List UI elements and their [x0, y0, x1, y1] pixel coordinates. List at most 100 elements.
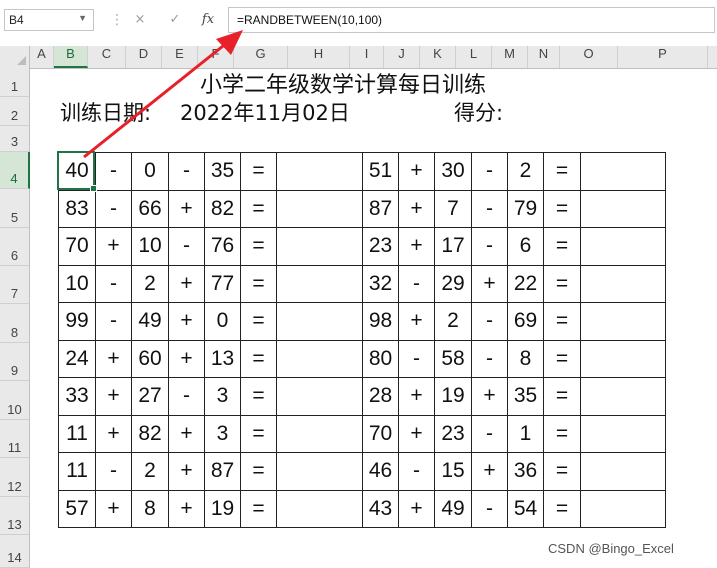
operator-cell[interactable]: +	[398, 227, 435, 266]
equals-cell[interactable]: =	[543, 489, 581, 528]
operator-cell[interactable]: +	[471, 377, 508, 416]
column-header-p[interactable]: P	[618, 46, 708, 68]
equals-cell[interactable]: =	[543, 227, 581, 266]
operator-cell[interactable]: +	[398, 152, 435, 191]
number-cell[interactable]: 66	[131, 189, 169, 228]
equals-cell[interactable]: =	[240, 339, 277, 378]
enter-check-icon[interactable]: ✓	[163, 10, 187, 30]
operator-cell[interactable]: +	[168, 339, 205, 378]
operator-cell[interactable]: +	[398, 377, 435, 416]
operator-cell[interactable]: -	[471, 227, 508, 266]
column-header-f[interactable]: F	[198, 46, 234, 68]
answer-cell[interactable]	[276, 452, 363, 491]
column-header-l[interactable]: L	[456, 46, 492, 68]
column-header-g[interactable]: G	[234, 46, 288, 68]
number-cell[interactable]: 69	[507, 302, 544, 341]
equals-cell[interactable]: =	[240, 377, 277, 416]
answer-cell[interactable]	[580, 339, 666, 378]
number-cell[interactable]: 28	[362, 377, 399, 416]
cancel-icon[interactable]: ×	[128, 10, 152, 30]
number-cell[interactable]: 87	[362, 189, 399, 228]
number-cell[interactable]: 36	[507, 452, 544, 491]
number-cell[interactable]: 1	[507, 414, 544, 453]
equals-cell[interactable]: =	[543, 264, 581, 303]
equals-cell[interactable]: =	[543, 452, 581, 491]
formula-input[interactable]: =RANDBETWEEN(10,100)	[228, 7, 715, 33]
row-header-12[interactable]: 12	[0, 458, 30, 497]
number-cell[interactable]: 0	[204, 302, 241, 341]
answer-cell[interactable]	[580, 414, 666, 453]
number-cell[interactable]: 46	[362, 452, 399, 491]
number-cell[interactable]: 10	[58, 264, 96, 303]
answer-cell[interactable]	[276, 227, 363, 266]
row-header-4[interactable]: 4	[0, 152, 30, 189]
operator-cell[interactable]: -	[471, 189, 508, 228]
operator-cell[interactable]: -	[471, 339, 508, 378]
operator-cell[interactable]: +	[95, 489, 132, 528]
number-cell[interactable]: 87	[204, 452, 241, 491]
number-cell[interactable]: 15	[434, 452, 472, 491]
number-cell[interactable]: 27	[131, 377, 169, 416]
number-cell[interactable]: 24	[58, 339, 96, 378]
row-header-2[interactable]: 2	[0, 97, 30, 126]
answer-cell[interactable]	[580, 264, 666, 303]
number-cell[interactable]: 49	[434, 489, 472, 528]
equals-cell[interactable]: =	[240, 302, 277, 341]
number-cell[interactable]: 51	[362, 152, 399, 191]
number-cell[interactable]: 8	[131, 489, 169, 528]
number-cell[interactable]: 6	[507, 227, 544, 266]
operator-cell[interactable]: +	[471, 264, 508, 303]
number-cell[interactable]: 80	[362, 339, 399, 378]
operator-cell[interactable]: +	[168, 189, 205, 228]
column-header-b[interactable]: B	[54, 46, 88, 68]
number-cell[interactable]: 57	[58, 489, 96, 528]
operator-cell[interactable]: +	[471, 452, 508, 491]
number-cell[interactable]: 19	[434, 377, 472, 416]
operator-cell[interactable]: -	[95, 452, 132, 491]
answer-cell[interactable]	[580, 152, 666, 191]
number-cell[interactable]: 70	[362, 414, 399, 453]
operator-cell[interactable]: +	[398, 414, 435, 453]
equals-cell[interactable]: =	[543, 302, 581, 341]
operator-cell[interactable]: -	[168, 377, 205, 416]
number-cell[interactable]: 58	[434, 339, 472, 378]
number-cell[interactable]: 70	[58, 227, 96, 266]
number-cell[interactable]: 60	[131, 339, 169, 378]
answer-cell[interactable]	[276, 302, 363, 341]
equals-cell[interactable]: =	[543, 152, 581, 191]
operator-cell[interactable]: +	[168, 414, 205, 453]
answer-cell[interactable]	[580, 452, 666, 491]
row-header-13[interactable]: 13	[0, 497, 30, 535]
answer-cell[interactable]	[276, 339, 363, 378]
number-cell[interactable]: 0	[131, 152, 169, 191]
row-header-1[interactable]: 1	[0, 68, 30, 97]
number-cell[interactable]: 29	[434, 264, 472, 303]
operator-cell[interactable]: +	[95, 339, 132, 378]
number-cell[interactable]: 33	[58, 377, 96, 416]
operator-cell[interactable]: -	[398, 264, 435, 303]
select-all-button[interactable]	[0, 46, 30, 68]
operator-cell[interactable]: -	[168, 227, 205, 266]
operator-cell[interactable]: +	[398, 489, 435, 528]
operator-cell[interactable]: +	[168, 452, 205, 491]
number-cell[interactable]: 2	[434, 302, 472, 341]
column-header-m[interactable]: M	[492, 46, 528, 68]
answer-cell[interactable]	[276, 414, 363, 453]
number-cell[interactable]: 83	[58, 189, 96, 228]
equals-cell[interactable]: =	[543, 339, 581, 378]
number-cell[interactable]: 11	[58, 414, 96, 453]
answer-cell[interactable]	[580, 489, 666, 528]
number-cell[interactable]: 54	[507, 489, 544, 528]
equals-cell[interactable]: =	[543, 414, 581, 453]
column-header-n[interactable]: N	[528, 46, 560, 68]
operator-cell[interactable]: +	[168, 489, 205, 528]
number-cell[interactable]: 3	[204, 377, 241, 416]
row-header-10[interactable]: 10	[0, 381, 30, 420]
number-cell[interactable]: 32	[362, 264, 399, 303]
operator-cell[interactable]: -	[398, 339, 435, 378]
column-header-o[interactable]: O	[560, 46, 618, 68]
number-cell[interactable]: 22	[507, 264, 544, 303]
column-header-j[interactable]: J	[384, 46, 420, 68]
column-header-h[interactable]: H	[288, 46, 350, 68]
equals-cell[interactable]: =	[240, 264, 277, 303]
